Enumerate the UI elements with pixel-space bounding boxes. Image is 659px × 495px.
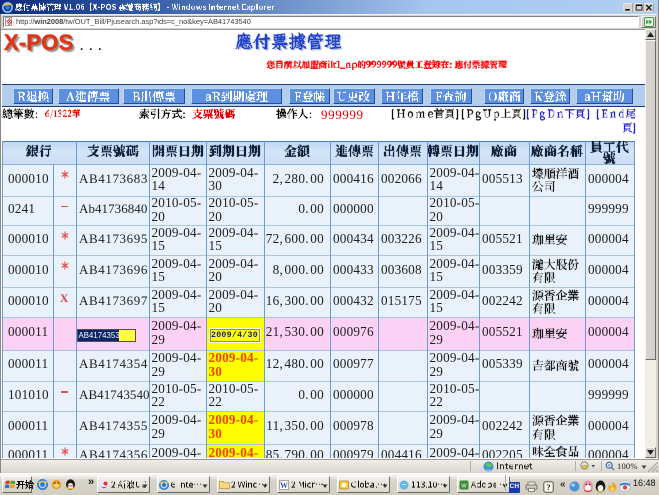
svg-text:W: W [280, 481, 288, 490]
svg-text:?: ? [546, 482, 550, 492]
svg-text:W: W [461, 484, 467, 490]
